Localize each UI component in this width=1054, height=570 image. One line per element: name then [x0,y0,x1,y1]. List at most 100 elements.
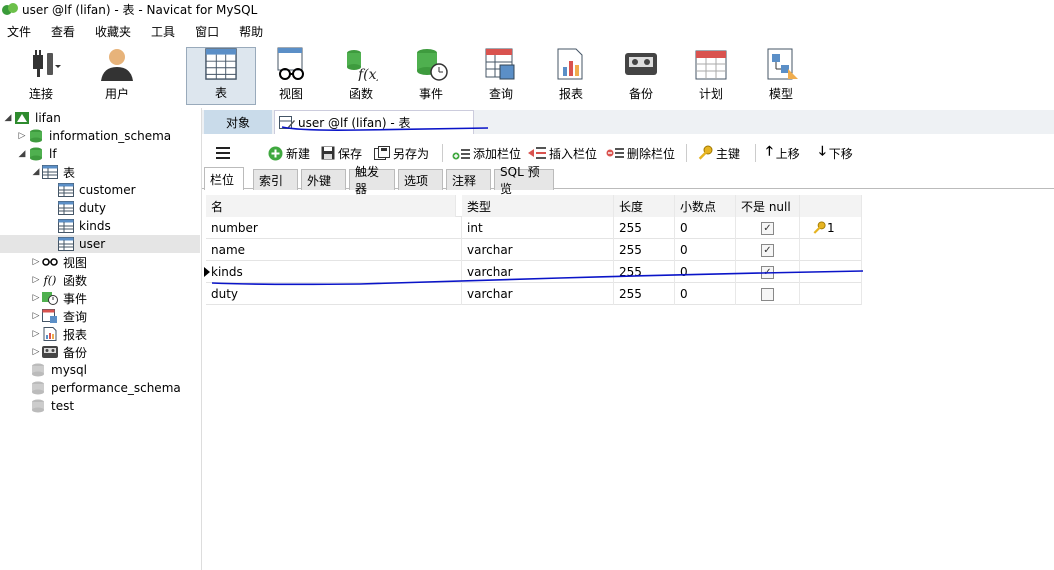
field-length-cell[interactable]: 255 [614,239,675,261]
tree-folder-functions[interactable]: ▷ f() 函数 [30,271,87,289]
arrow-up-icon: 🡑 [766,144,773,159]
tree-db-test[interactable]: test [30,397,74,415]
menu-tools[interactable]: 工具 [144,23,188,40]
subtab-triggers[interactable]: 触发器 [349,165,395,196]
field-decimals-cell[interactable]: 0 [675,261,736,283]
field-type-cell[interactable]: varchar [462,283,614,305]
field-type-cell[interactable]: varchar [462,239,614,261]
expanded-arrow-icon[interactable]: ◢ [16,149,28,159]
hamburger-menu-button[interactable] [216,140,230,166]
collapsed-arrow-icon[interactable]: ▷ [30,329,42,339]
field-name-cell[interactable]: number [206,217,462,239]
menu-window[interactable]: 窗口 [188,23,232,40]
not-null-checkbox[interactable]: ✓ [761,265,774,279]
query-button[interactable]: 查询 [471,47,531,105]
move-down-button[interactable]: 🡓 下移 [819,140,853,166]
table-button[interactable]: 表 [186,47,256,105]
table-row[interactable]: duty varchar 255 0 [206,283,862,305]
field-decimals-cell[interactable]: 0 [675,239,736,261]
report-label: 报表 [558,87,583,101]
schedule-button[interactable]: 计划 [681,47,741,105]
new-button[interactable]: 新建 [268,140,310,166]
menu-view[interactable]: 查看 [44,23,88,40]
subtab-comments[interactable]: 注释 [446,169,491,190]
menu-bar: 文件 查看 收藏夹 工具 窗口 帮助 [0,19,1054,43]
tree-folder-queries[interactable]: ▷ 查询 [30,307,87,325]
connection-icon [14,111,30,125]
tab-user-table[interactable]: user @lf (lifan) - 表 [274,110,474,134]
tree-folder-label: 查询 [63,309,88,324]
tree-folder-events[interactable]: ▷ 事件 [30,289,87,307]
save-icon [321,146,335,160]
model-button[interactable]: 模型 [751,47,811,105]
col-header-length[interactable]: 长度 [614,195,675,217]
delete-field-button[interactable]: 删除栏位 [606,140,675,166]
field-decimals-cell[interactable]: 0 [675,283,736,305]
tree-folder-views[interactable]: ▷ 视图 [30,253,87,271]
field-length-cell[interactable]: 255 [614,217,675,239]
collapsed-arrow-icon[interactable]: ▷ [16,131,28,141]
expanded-arrow-icon[interactable]: ◢ [2,113,14,123]
backup-button[interactable]: 备份 [611,47,671,105]
table-row[interactable]: kinds varchar 255 0 ✓ [204,261,862,283]
tree-db-mysql[interactable]: mysql [30,361,87,379]
field-name-cell[interactable]: kinds [206,261,462,283]
not-null-checkbox[interactable]: ✓ [761,221,774,235]
col-header-key[interactable] [800,195,862,217]
menu-help[interactable]: 帮助 [232,23,276,40]
table-row[interactable]: number int 255 0 ✓ 1 [206,217,862,239]
tree-table-kinds[interactable]: kinds [58,217,111,235]
tree-db-information-schema[interactable]: ▷ information_schema [16,127,172,145]
field-length-cell[interactable]: 255 [614,283,675,305]
not-null-checkbox[interactable]: ✓ [761,243,774,257]
tree-table-customer[interactable]: customer [58,181,136,199]
field-decimals-cell[interactable]: 0 [675,217,736,239]
tree-db-performance-schema[interactable]: performance_schema [30,379,181,397]
expanded-arrow-icon[interactable]: ◢ [30,167,42,177]
not-null-checkbox[interactable] [761,287,774,301]
move-up-button[interactable]: 🡑 上移 [766,140,800,166]
tree-connection-lifan[interactable]: ◢ lifan [2,109,61,127]
toolbar-separator [442,144,443,162]
field-name-cell[interactable]: duty [206,283,462,305]
primary-key-button[interactable]: 主键 [697,140,740,166]
backup-icon [625,53,657,75]
subtab-indexes[interactable]: 索引 [253,169,298,190]
field-type-cell[interactable]: int [462,217,614,239]
report-button[interactable]: 报表 [541,47,601,105]
tree-folder-backups[interactable]: ▷ 备份 [30,343,87,361]
col-header-not-null[interactable]: 不是 null [736,195,800,217]
collapsed-arrow-icon[interactable]: ▷ [30,275,42,285]
view-button[interactable]: 视图 [261,47,321,105]
tab-objects[interactable]: 对象 [204,110,272,134]
subtab-fields[interactable]: 栏位 [204,167,244,190]
table-row[interactable]: name varchar 255 0 ✓ [206,239,862,261]
col-header-decimals[interactable]: 小数点 [675,195,736,217]
function-button[interactable]: f(x) 函数 [331,47,391,105]
field-name-cell[interactable]: name [206,239,462,261]
collapsed-arrow-icon[interactable]: ▷ [30,293,42,303]
tree-table-duty[interactable]: duty [58,199,106,217]
menu-favorites[interactable]: 收藏夹 [88,23,144,40]
subtab-options[interactable]: 选项 [398,169,443,190]
event-button[interactable]: 事件 [401,47,461,105]
subtab-foreign-keys[interactable]: 外键 [301,169,346,190]
field-length-cell[interactable]: 255 [614,261,675,283]
tree-table-user[interactable]: user [0,235,200,253]
connect-button[interactable]: 连接 [11,47,71,105]
user-button[interactable]: 用户 [87,47,147,105]
menu-file[interactable]: 文件 [0,23,44,40]
collapsed-arrow-icon[interactable]: ▷ [30,311,42,321]
tree-folder-tables[interactable]: ◢ 表 [30,163,75,181]
tree-db-lf[interactable]: ◢ lf [16,145,57,163]
tree-folder-reports[interactable]: ▷ 报表 [30,325,87,343]
field-type-cell[interactable]: varchar [462,261,614,283]
glasses-icon [42,255,58,269]
subtab-sql-preview[interactable]: SQL 预览 [494,165,554,196]
col-header-name[interactable]: 名 [206,195,456,217]
collapsed-arrow-icon[interactable]: ▷ [30,257,42,267]
collapsed-arrow-icon[interactable]: ▷ [30,347,42,357]
col-header-type[interactable]: 类型 [462,195,614,217]
primary-key-icon [813,221,826,234]
move-down-label: 下移 [828,146,853,161]
